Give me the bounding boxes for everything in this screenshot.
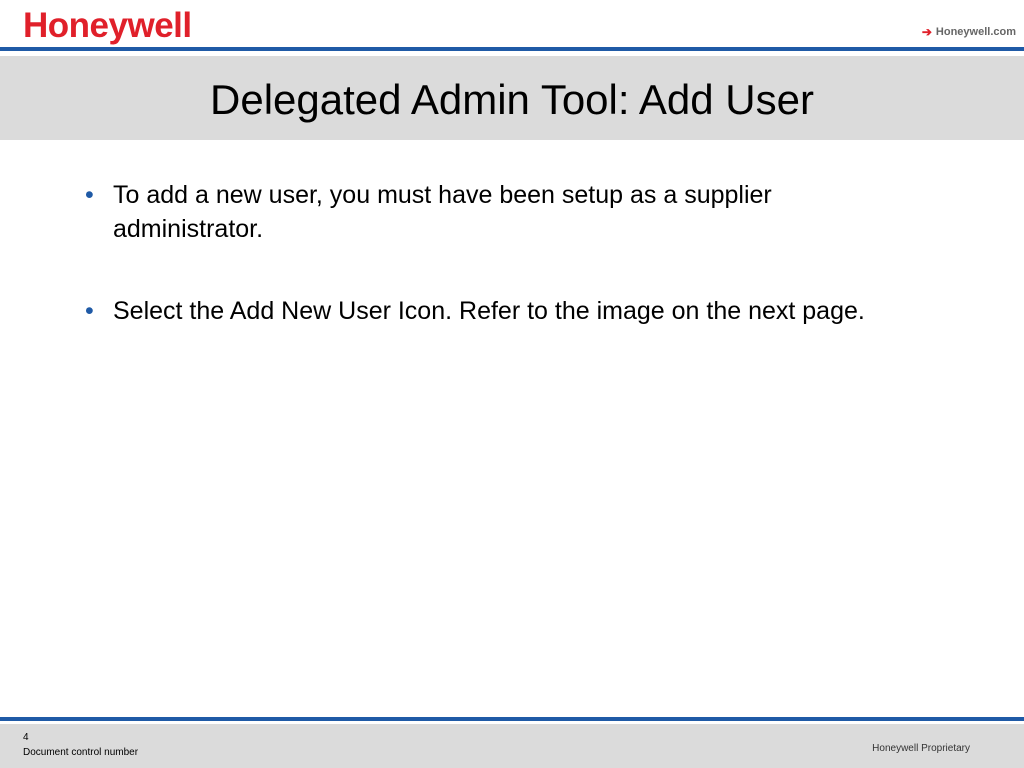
bullet-text: Select the Add New User Icon. Refer to t… bbox=[113, 297, 865, 325]
bullet-icon: • bbox=[85, 297, 94, 325]
proprietary-notice: Honeywell Proprietary bbox=[872, 743, 970, 754]
header-divider bbox=[0, 47, 1024, 51]
bullet-text: To add a new user, you must have been se… bbox=[113, 181, 772, 243]
bullet-icon: • bbox=[85, 181, 94, 209]
list-item: • To add a new user, you must have been … bbox=[85, 178, 905, 246]
slide-title: Delegated Admin Tool: Add User bbox=[210, 76, 814, 123]
arrow-right-icon: ➔ bbox=[921, 25, 932, 39]
list-item: • Select the Add New User Icon. Refer to… bbox=[85, 294, 905, 328]
slide: Honeywell ➔ Honeywell.com Delegated Admi… bbox=[0, 0, 1024, 768]
page-number: 4 bbox=[23, 732, 29, 743]
bullet-list: • To add a new user, you must have been … bbox=[85, 178, 905, 376]
document-control-number: Document control number bbox=[23, 747, 139, 758]
site-link-label: Honeywell.com bbox=[935, 26, 1016, 38]
honeywell-site-link[interactable]: ➔ Honeywell.com bbox=[922, 26, 1016, 38]
footer-band bbox=[0, 724, 1024, 768]
honeywell-logo: Honeywell bbox=[23, 6, 192, 45]
footer-divider bbox=[0, 717, 1024, 721]
